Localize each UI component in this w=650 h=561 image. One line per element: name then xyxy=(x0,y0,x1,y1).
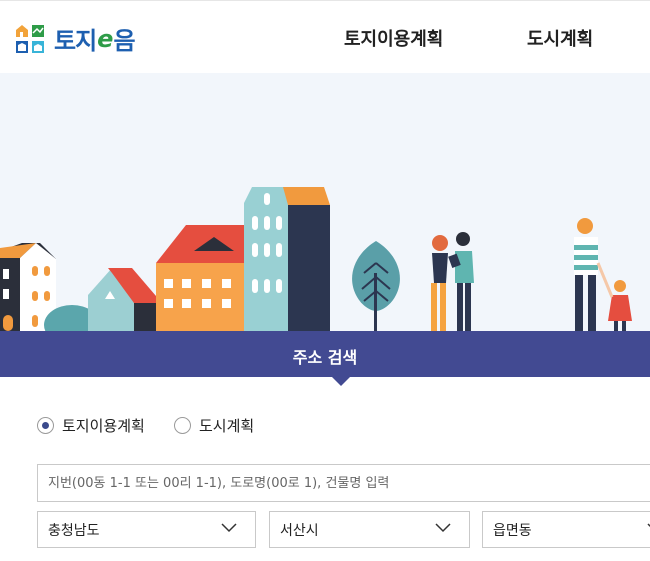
chevron-down-icon xyxy=(221,523,237,533)
province-select-value: 충청남도 xyxy=(48,522,100,539)
radio-label-land-use-plan: 토지이용계획 xyxy=(62,417,145,435)
city-select-value: 서산시 xyxy=(280,522,319,539)
address-search-input[interactable] xyxy=(37,464,650,502)
hero-illustration xyxy=(0,73,650,331)
district-select-value: 읍면동 xyxy=(493,522,532,539)
radio-urban-plan[interactable]: 도시계획 xyxy=(174,415,254,436)
chevron-down-icon xyxy=(435,523,451,533)
nav-land-use-plan[interactable]: 토지이용계획 xyxy=(344,25,443,51)
address-search-title: 주소 검색 xyxy=(292,348,358,367)
page: 토지 e 음 토지이용계획 도시계획 주소 검색 토지이용계획 도시계획 지번(… xyxy=(0,0,650,561)
radio-land-use-plan[interactable]: 토지이용계획 xyxy=(37,415,145,436)
logo-text-2: 음 xyxy=(113,27,135,55)
address-search-bar: 주소 검색 xyxy=(0,331,650,377)
city-select[interactable]: 서산시 xyxy=(269,511,470,548)
search-bar-pointer xyxy=(332,377,350,386)
city-illustration xyxy=(0,187,632,331)
nav-urban-plan[interactable]: 도시계획 xyxy=(527,25,593,51)
logo-icon xyxy=(14,23,46,55)
province-select[interactable]: 충청남도 xyxy=(37,511,256,548)
radio-checked-icon xyxy=(37,417,54,434)
logo-text: 토지 e 음 xyxy=(54,21,136,56)
site-logo[interactable]: 토지 e 음 xyxy=(14,21,136,56)
radio-unchecked-icon xyxy=(174,417,191,434)
radio-label-urban-plan: 도시계획 xyxy=(199,417,255,435)
header: 토지 e 음 토지이용계획 도시계획 xyxy=(0,0,650,73)
logo-text-e: e xyxy=(97,24,113,53)
district-select[interactable]: 읍면동 xyxy=(482,511,650,548)
logo-text-1: 토지 xyxy=(54,27,97,55)
